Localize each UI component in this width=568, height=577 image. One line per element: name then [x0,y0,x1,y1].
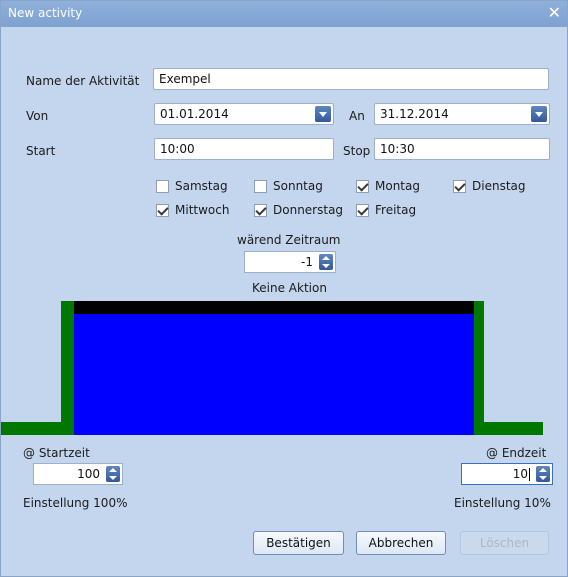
from-date-picker[interactable]: 01.01.2014 [154,103,334,125]
checkbox-box[interactable] [254,179,267,193]
window-title: New activity [8,6,83,20]
start-setting-spinner[interactable]: 100 [33,463,123,485]
checkbox-samstag[interactable]: Samstag [156,178,228,194]
spin-up-icon[interactable] [109,468,117,472]
spinner-arrows-icon[interactable] [536,466,550,482]
spin-down-icon[interactable] [322,264,330,268]
period-label: wärend Zeitraum [237,233,341,247]
checkmark-icon[interactable] [356,203,369,217]
to-date-picker[interactable]: 31.12.2014 [374,103,550,125]
title-bar[interactable]: New activity ✕ [1,1,567,27]
start-setting-caption: Einstellung 100% [23,496,128,510]
to-label: An [349,109,365,123]
checkmark-icon[interactable] [453,179,466,193]
calendar-dropdown-icon[interactable] [315,106,331,122]
text-caret [529,468,530,481]
end-setting-value-wrap: 10 [513,467,530,481]
period-status: Keine Aktion [252,281,327,295]
checkbox-freitag[interactable]: Freitag [356,202,416,218]
to-date-value: 31.12.2014 [380,107,449,121]
end-setting-label: @ Endzeit [486,446,547,460]
checkmark-icon[interactable] [156,203,169,217]
start-setting-value: 100 [77,467,100,481]
confirm-button[interactable]: Bestätigen [253,531,344,555]
checkbox-box[interactable] [156,179,169,193]
checkbox-label: Mittwoch [175,203,230,217]
stop-time-input[interactable]: 10:30 [374,138,550,160]
start-setting-label: @ Startzeit [23,446,90,460]
rising-edge [61,301,74,435]
checkmark-icon[interactable] [254,203,267,217]
cancel-button[interactable]: Abbrechen [356,531,446,555]
checkbox-label: Freitag [375,203,417,217]
checkbox-donnerstag[interactable]: Donnerstag [254,202,343,218]
checkbox-dienstag[interactable]: Dienstag [453,178,526,194]
active-area [74,314,474,435]
falling-edge [474,301,484,435]
checkbox-label: Sonntag [273,179,323,193]
spinner-arrows-icon[interactable] [319,254,333,270]
spin-up-icon[interactable] [322,256,330,260]
checkbox-label: Donnerstag [273,203,344,217]
period-value: -1 [301,255,313,269]
delete-button[interactable]: Löschen [460,531,549,555]
start-time-input[interactable]: 10:00 [154,138,334,160]
name-input[interactable]: Exempel [153,68,549,90]
new-activity-dialog: New activity ✕ Name der Aktivität Exempe… [0,0,568,577]
from-label: Von [26,109,49,123]
baseline-left [1,422,61,435]
baseline-right [484,422,543,435]
checkbox-sonntag[interactable]: Sonntag [254,178,323,194]
period-spinner[interactable]: -1 [244,251,336,273]
checkmark-icon[interactable] [356,179,369,193]
spin-up-icon[interactable] [539,468,547,472]
dialog-body: Name der Aktivität Exempel Von 01.01.201… [1,36,559,571]
stop-label: Stop [343,144,371,158]
checkbox-label: Dienstag [472,179,526,193]
close-icon[interactable]: ✕ [548,4,561,22]
top-edge [74,301,474,314]
end-setting-spinner[interactable]: 10 [461,463,553,485]
from-date-value: 01.01.2014 [160,107,229,121]
checkbox-label: Samstag [175,179,228,193]
spin-down-icon[interactable] [109,476,117,480]
end-setting-value: 10 [512,467,528,481]
spinner-arrows-icon[interactable] [106,466,120,482]
end-setting-caption: Einstellung 10% [454,496,551,510]
spin-down-icon[interactable] [539,476,547,480]
checkbox-label: Montag [375,179,420,193]
calendar-dropdown-icon[interactable] [531,106,547,122]
start-label: Start [26,144,56,158]
checkbox-montag[interactable]: Montag [356,178,420,194]
name-label: Name der Aktivität [26,74,140,88]
dimming-diagram [1,301,543,435]
checkbox-mittwoch[interactable]: Mittwoch [156,202,229,218]
